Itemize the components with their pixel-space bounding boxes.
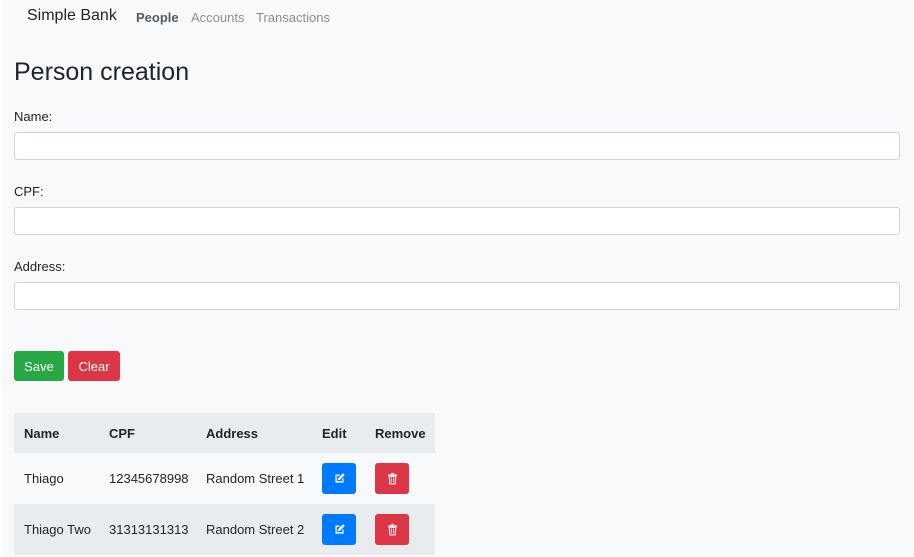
- name-field[interactable]: [14, 132, 900, 160]
- page-container: Simple Bank People Accounts Transactions…: [2, 0, 914, 557]
- column-header-cpf: CPF: [99, 413, 196, 453]
- cell-name: Thiago Two: [14, 504, 99, 555]
- trash-icon: [386, 523, 399, 536]
- cell-address: Random Street 1: [196, 453, 312, 504]
- page-title: Person creation: [14, 58, 190, 86]
- address-label: Address:: [14, 259, 66, 274]
- table-header-row: Name CPF Address Edit Remove: [14, 413, 435, 453]
- navbar-brand[interactable]: Simple Bank: [27, 7, 117, 25]
- people-table: Name CPF Address Edit Remove Thiago 1234…: [14, 413, 435, 555]
- cell-remove: [365, 504, 435, 555]
- edit-button[interactable]: [322, 514, 356, 545]
- address-field[interactable]: [14, 282, 900, 310]
- cell-edit: [312, 453, 365, 504]
- cpf-field[interactable]: [14, 207, 900, 235]
- table-row: Thiago 12345678998 Random Street 1: [14, 453, 435, 504]
- save-button[interactable]: Save: [14, 351, 64, 381]
- edit-icon: [333, 523, 346, 536]
- cell-cpf: 12345678998: [99, 453, 196, 504]
- nav-link-transactions[interactable]: Transactions: [256, 10, 330, 25]
- cell-address: Random Street 2: [196, 504, 312, 555]
- edit-button[interactable]: [322, 463, 356, 494]
- column-header-edit: Edit: [312, 413, 365, 453]
- name-label: Name:: [14, 109, 53, 124]
- navbar: Simple Bank People Accounts Transactions: [2, 0, 914, 36]
- cpf-label: CPF:: [14, 184, 44, 199]
- clear-button[interactable]: Clear: [68, 351, 120, 381]
- nav-link-accounts[interactable]: Accounts: [191, 10, 244, 25]
- remove-button[interactable]: [375, 514, 409, 545]
- column-header-remove: Remove: [365, 413, 435, 453]
- cell-cpf: 31313131313: [99, 504, 196, 555]
- cell-remove: [365, 453, 435, 504]
- trash-icon: [386, 472, 399, 485]
- column-header-address: Address: [196, 413, 312, 453]
- cell-edit: [312, 504, 365, 555]
- remove-button[interactable]: [375, 463, 409, 494]
- edit-icon: [333, 472, 346, 485]
- nav-link-people[interactable]: People: [136, 10, 179, 25]
- column-header-name: Name: [14, 413, 99, 453]
- cell-name: Thiago: [14, 453, 99, 504]
- table-row: Thiago Two 31313131313 Random Street 2: [14, 504, 435, 555]
